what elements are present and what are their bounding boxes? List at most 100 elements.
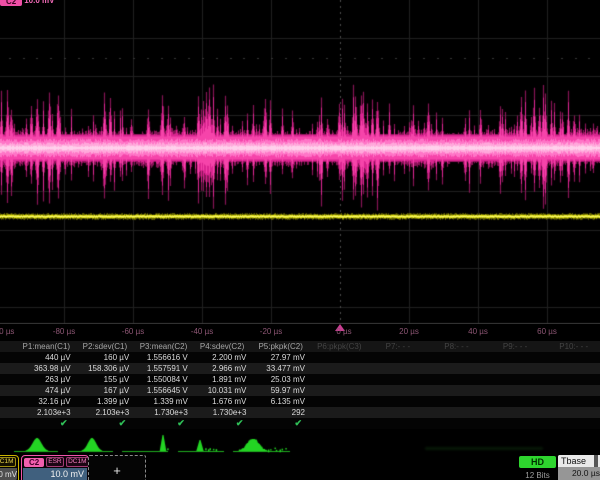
measure-header[interactable]: P9:- - - bbox=[486, 341, 545, 352]
measure-cell bbox=[427, 352, 486, 363]
trace-annotation-channel: C2 bbox=[0, 0, 22, 6]
measure-cell bbox=[544, 352, 600, 363]
measure-cell bbox=[544, 385, 600, 396]
measure-cell bbox=[486, 363, 545, 374]
hd-mode-badge[interactable]: HD bbox=[519, 456, 556, 468]
measure-status: ✔ bbox=[17, 418, 76, 429]
measure-cell bbox=[486, 374, 545, 385]
measure-cell: 1.676 mV bbox=[193, 396, 252, 407]
measure-cell: 363.98 µV bbox=[17, 363, 76, 374]
measure-cell bbox=[486, 385, 545, 396]
measure-cell: 1.556616 V bbox=[134, 352, 193, 363]
time-axis-label: -60 µs bbox=[122, 327, 144, 336]
time-axis-label: -80 µs bbox=[53, 327, 75, 336]
timebase-value: 20.0 µs bbox=[558, 467, 600, 479]
measure-header[interactable]: P6:pkpk(C3) bbox=[310, 341, 369, 352]
measure-cell: 27.97 mV bbox=[251, 352, 310, 363]
measure-cell: 32.16 µV bbox=[17, 396, 76, 407]
time-axis-label: 40 µs bbox=[468, 327, 488, 336]
measure-column-10: P10:- - - bbox=[544, 341, 600, 429]
waveform-traces bbox=[0, 0, 600, 324]
measure-column-8: P8:- - - bbox=[427, 341, 486, 429]
measure-cell bbox=[369, 374, 428, 385]
measure-cell: 167 µV bbox=[76, 385, 135, 396]
measure-status bbox=[544, 418, 600, 429]
measure-cell: 263 µV bbox=[17, 374, 76, 385]
measure-header[interactable]: P4:sdev(C2) bbox=[193, 341, 252, 352]
measure-cell: 59.97 mV bbox=[251, 385, 310, 396]
measure-header[interactable]: P5:pkpk(C2) bbox=[251, 341, 310, 352]
measure-status bbox=[310, 418, 369, 429]
measure-status: ✔ bbox=[251, 418, 310, 429]
measure-cell: 2.966 mV bbox=[193, 363, 252, 374]
plus-icon: + bbox=[113, 463, 121, 478]
measure-status: ✔ bbox=[76, 418, 135, 429]
measure-cell: 440 µV bbox=[17, 352, 76, 363]
measure-column-2: P2:sdev(C1)160 µV158.306 µV155 µV167 µV1… bbox=[76, 341, 135, 429]
measure-cell bbox=[544, 407, 600, 418]
trace-annotation-value: 10.0 mV bbox=[24, 0, 54, 6]
measure-column-3: P3:mean(C2)1.556616 V1.557591 V1.550084 … bbox=[134, 341, 193, 429]
measure-cell bbox=[310, 374, 369, 385]
timebase-descriptor[interactable]: Tbase 20.0 µs bbox=[558, 455, 600, 480]
measure-cell bbox=[310, 407, 369, 418]
measure-header[interactable]: P3:mean(C2) bbox=[134, 341, 193, 352]
channel-c1-descriptor[interactable]: DC1M 10.0 mV bbox=[0, 455, 19, 480]
measure-cell: 10.031 mV bbox=[193, 385, 252, 396]
measure-cell bbox=[310, 396, 369, 407]
measure-cell: 1.339 mV bbox=[134, 396, 193, 407]
measure-cell bbox=[544, 363, 600, 374]
time-axis-label: -40 µs bbox=[191, 327, 213, 336]
measure-cell: 1.557591 V bbox=[134, 363, 193, 374]
measure-cell bbox=[427, 396, 486, 407]
measure-cell: 292 bbox=[251, 407, 310, 418]
time-axis-label: -100 µs bbox=[0, 327, 14, 336]
measure-cell: 25.03 mV bbox=[251, 374, 310, 385]
measure-cell bbox=[427, 385, 486, 396]
c2-channel-badge: C2 bbox=[24, 458, 44, 467]
measure-header[interactable]: P7:- - - bbox=[369, 341, 428, 352]
measure-cell bbox=[427, 363, 486, 374]
measure-column-1: P1:mean(C1)440 µV363.98 µV263 µV474 µV32… bbox=[17, 341, 76, 429]
measure-cell bbox=[544, 396, 600, 407]
measure-cell bbox=[486, 396, 545, 407]
measure-header[interactable]: P1:mean(C1) bbox=[17, 341, 76, 352]
measure-cell: 1.891 mV bbox=[193, 374, 252, 385]
measure-status: ✔ bbox=[134, 418, 193, 429]
measure-cell bbox=[369, 385, 428, 396]
measure-header[interactable]: P10:- - - bbox=[544, 341, 600, 352]
measure-cell bbox=[310, 385, 369, 396]
measure-cell: 2.200 mV bbox=[193, 352, 252, 363]
measure-status: ✔ bbox=[193, 418, 252, 429]
descriptor-bar: DC1M 10.0 mV C2 ESR DC1M 10.0 mV + HD 12… bbox=[0, 453, 600, 480]
measure-column-5: P5:pkpk(C2)27.97 mV33.477 mV25.03 mV59.9… bbox=[251, 341, 310, 429]
measure-cell bbox=[369, 407, 428, 418]
c1-volts-per-div: 10.0 mV bbox=[0, 468, 17, 480]
measure-status bbox=[369, 418, 428, 429]
measure-cell bbox=[310, 363, 369, 374]
time-axis-label: 60 µs bbox=[537, 327, 557, 336]
measure-cell bbox=[427, 374, 486, 385]
measure-cell bbox=[486, 352, 545, 363]
measure-header[interactable]: P2:sdev(C1) bbox=[76, 341, 135, 352]
measure-cell: 1.556645 V bbox=[134, 385, 193, 396]
measure-cell bbox=[427, 407, 486, 418]
measure-cell: 1.730e+3 bbox=[193, 407, 252, 418]
c2-coupling-badge: DC1M bbox=[66, 457, 89, 467]
measure-column-9: P9:- - - bbox=[486, 341, 545, 429]
c2-esr-badge: ESR bbox=[46, 457, 64, 467]
measure-cell bbox=[369, 352, 428, 363]
c1-coupling-badge: DC1M bbox=[0, 457, 16, 467]
measure-status bbox=[427, 418, 486, 429]
measure-cell: 6.135 mV bbox=[251, 396, 310, 407]
measure-cell: 158.306 µV bbox=[76, 363, 135, 374]
measure-cell: 160 µV bbox=[76, 352, 135, 363]
channel-c2-descriptor[interactable]: C2 ESR DC1M 10.0 mV bbox=[21, 455, 89, 480]
measure-cell: 33.477 mV bbox=[251, 363, 310, 374]
measure-header[interactable]: P8:- - - bbox=[427, 341, 486, 352]
histicon-smear bbox=[425, 447, 543, 450]
c2-volts-per-div: 10.0 mV bbox=[23, 468, 87, 480]
measure-table: P1:mean(C1)440 µV363.98 µV263 µV474 µV32… bbox=[0, 341, 600, 429]
add-trace-button[interactable]: + bbox=[88, 455, 146, 480]
time-axis-label: -20 µs bbox=[260, 327, 282, 336]
